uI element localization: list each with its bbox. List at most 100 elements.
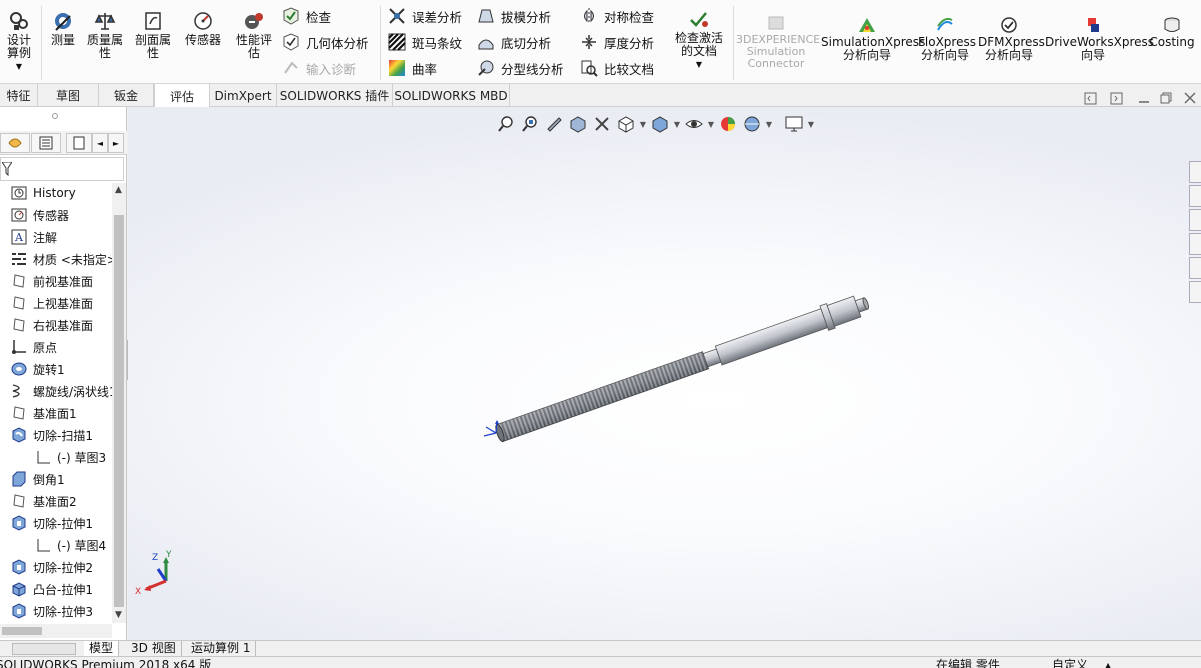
task-pane-file-explorer-tab[interactable] <box>1189 233 1201 255</box>
parting-line-analysis-button[interactable]: 分型线分析 <box>477 58 564 78</box>
tree-item[interactable]: A 注解 <box>10 227 57 247</box>
zebra-stripes-button[interactable]: 斑马条纹 <box>388 32 462 52</box>
section-properties-button[interactable]: 剖面属性 <box>132 10 174 60</box>
design-study-button[interactable]: 设计算例 ▼ <box>0 10 38 73</box>
restore-icon[interactable] <box>1160 92 1172 104</box>
property-manager-tab[interactable] <box>31 133 61 153</box>
deviation-analysis-button[interactable]: 误差分析 <box>388 6 462 26</box>
floxpress-label: FloXpress 分析向导 <box>918 35 976 62</box>
plane-icon <box>10 404 28 422</box>
performance-evaluation-button[interactable]: 性能评估 <box>232 10 276 60</box>
task-pane-custom-properties-tab[interactable] <box>1189 281 1201 303</box>
tab-nav-buttons[interactable] <box>12 643 76 655</box>
graphics-area[interactable]: ▼ ▼ ▼ ▼ ▼ X Y Z <box>128 107 1201 640</box>
import-diagnostics-button[interactable]: 输入诊断 <box>282 58 356 78</box>
plane-icon <box>10 272 28 290</box>
3d-model-screw-shaft[interactable] <box>128 107 1201 640</box>
tree-item[interactable]: 材质 <未指定> <box>10 249 112 269</box>
tree-item[interactable]: (-) 草图4 <box>34 535 106 555</box>
thickness-analysis-button[interactable]: 厚度分析 <box>580 32 654 52</box>
tree-item[interactable]: 基准面1 <box>10 403 77 423</box>
feature-tree: History 传感器 A 注解 材质 <未指定> 前视基准面 上视基准面 右视基准面 原点 旋转… <box>0 183 112 623</box>
tab-3d-views[interactable]: 3D 视图 <box>126 641 182 657</box>
tree-item[interactable]: 原点 <box>10 337 57 357</box>
version-text: SOLIDWORKS Premium 2018 x64 版 <box>0 658 212 668</box>
feature-manager-tab[interactable] <box>0 133 30 153</box>
tab-solidworks-mbd[interactable]: SOLIDWORKS MBD <box>393 84 510 107</box>
tree-item[interactable]: 螺旋线/涡状线1 <box>10 381 112 401</box>
tree-item[interactable]: (-) 草图3 <box>34 447 106 467</box>
tree-filter-input[interactable] <box>0 157 124 181</box>
tree-item[interactable]: 前视基准面 <box>10 271 93 291</box>
configuration-manager-tab[interactable] <box>66 133 92 153</box>
dfmxpress-icon <box>998 16 1020 34</box>
tab-model[interactable]: 模型 <box>84 641 120 657</box>
tree-item[interactable]: 旋转1 <box>10 359 65 379</box>
dfmxpress-button[interactable]: DFMXpress 分析向导 <box>978 16 1045 62</box>
curvature-button[interactable]: 曲率 <box>388 58 437 78</box>
tree-item[interactable]: History <box>10 183 76 203</box>
tile-right-icon[interactable] <box>1110 92 1123 105</box>
scroll-up-icon[interactable]: ▲ <box>115 185 122 195</box>
tree-item[interactable]: 凸台-拉伸1 <box>10 579 93 599</box>
import-diagnostics-icon <box>282 59 300 77</box>
symmetry-check-button[interactable]: 对称检查 <box>580 6 654 26</box>
task-pane-resources-tab[interactable] <box>1189 185 1201 207</box>
task-pane-tabs <box>1189 161 1201 305</box>
task-pane-appearances-tab[interactable] <box>1189 257 1201 279</box>
panel-scroll-left-button[interactable]: ◄ <box>92 133 108 153</box>
scrollbar-thumb[interactable] <box>2 627 42 635</box>
caret-up-icon[interactable]: ▲ <box>1105 659 1111 668</box>
sketch-icon <box>34 536 52 554</box>
compare-documents-button[interactable]: 比较文档 <box>580 58 654 78</box>
tree-horizontal-scrollbar[interactable] <box>0 624 112 638</box>
task-pane-home-tab[interactable] <box>1189 161 1201 183</box>
3dexperience-simulation-connector-button[interactable]: 3DEXPERIENCE Simulation Connector <box>736 14 820 70</box>
geometry-analysis-button[interactable]: 几何体分析 <box>282 32 369 52</box>
task-pane-design-library-tab[interactable] <box>1189 209 1201 231</box>
scrollbar-thumb[interactable] <box>114 215 124 607</box>
tab-sketch[interactable]: 草图 <box>38 84 99 107</box>
draft-analysis-button[interactable]: 拔模分析 <box>477 6 551 26</box>
tree-item-label: History <box>33 186 76 200</box>
sensor-button[interactable]: 传感器 <box>180 10 226 47</box>
tree-vertical-scrollbar[interactable]: ▲ ▼ <box>112 183 126 623</box>
simulationxpress-button[interactable]: SimulationXpress 分析向导 <box>821 16 925 62</box>
tab-solidworks-addins[interactable]: SOLIDWORKS 插件 <box>277 84 393 107</box>
tree-item[interactable]: 传感器 <box>10 205 69 225</box>
mass-properties-button[interactable]: 质量属性 <box>84 10 126 60</box>
scroll-down-icon[interactable]: ▼ <box>115 610 122 620</box>
tile-left-icon[interactable] <box>1084 92 1097 105</box>
tree-item[interactable]: 切除-拉伸2 <box>10 557 93 577</box>
tab-motion-study-1[interactable]: 运动算例 1 <box>186 641 257 657</box>
compare-documents-label: 比较文档 <box>604 61 655 77</box>
check-active-document-button[interactable]: 检查激活的文档 ▼ <box>670 8 728 71</box>
property-manager-icon <box>39 136 53 150</box>
units-selector[interactable]: 自定义 <box>1052 659 1088 668</box>
tree-item[interactable]: 上视基准面 <box>10 293 93 313</box>
geometry-analysis-icon <box>282 33 300 51</box>
status-bar: SOLIDWORKS Premium 2018 x64 版 在编辑 零件 自定义… <box>0 656 1201 668</box>
tree-item[interactable]: 切除-拉伸3 <box>10 601 93 621</box>
measure-button[interactable]: 测量 <box>46 10 80 47</box>
tree-item[interactable]: 倒角1 <box>10 469 65 489</box>
tree-item[interactable]: 基准面2 <box>10 491 77 511</box>
undercut-analysis-button[interactable]: 底切分析 <box>477 32 551 52</box>
tree-item[interactable]: 右视基准面 <box>10 315 93 335</box>
check-button[interactable]: 检查 <box>282 6 331 26</box>
costing-button[interactable]: Costing <box>1148 16 1196 49</box>
floxpress-button[interactable]: FloXpress 分析向导 <box>918 16 976 62</box>
annotations-icon: A <box>10 228 28 246</box>
tab-sheet-metal[interactable]: 钣金 <box>99 84 154 107</box>
solidworks-window: 设计算例 ▼ 测量 质量属性 剖面属性 传感器 性能评估 检查 几何体分析 输入… <box>0 0 1201 668</box>
tree-item[interactable]: 切除-拉伸1 <box>10 513 93 533</box>
tab-features[interactable]: 特征 <box>0 84 38 107</box>
panel-tabs: ◄ ► <box>0 131 127 155</box>
close-icon[interactable] <box>1184 92 1196 104</box>
tab-evaluate[interactable]: 评估 <box>154 84 210 108</box>
driveworksxpress-button[interactable]: DriveWorksXpress 向导 <box>1045 16 1154 62</box>
tree-item[interactable]: 切除-扫描1 <box>10 425 93 445</box>
panel-scroll-right-button[interactable]: ► <box>108 133 124 153</box>
tab-dimxpert[interactable]: DimXpert <box>210 84 277 107</box>
tree-item-label: 传感器 <box>33 208 70 223</box>
